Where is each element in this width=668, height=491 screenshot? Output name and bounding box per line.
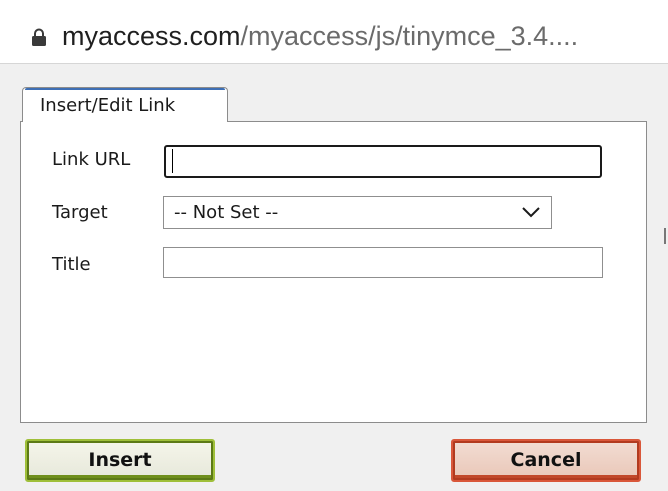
target-select[interactable]: -- Not Set -- (163, 196, 552, 229)
lock-icon (32, 28, 46, 46)
tab-label: Insert/Edit Link (40, 95, 176, 116)
window-edge-divider (664, 228, 666, 244)
target-label: Target (52, 202, 108, 223)
insert-button[interactable]: Insert (25, 439, 215, 482)
link-url-input[interactable] (164, 145, 602, 178)
chevron-down-icon (522, 207, 540, 218)
cancel-button[interactable]: Cancel (451, 439, 641, 482)
title-input[interactable] (163, 247, 603, 278)
title-label: Title (52, 254, 91, 275)
target-selected-value: -- Not Set -- (174, 202, 279, 223)
page-url: myaccess.com/myaccess/js/tinymce_3.4.... (62, 16, 578, 56)
browser-address-bar: myaccess.com/myaccess/js/tinymce_3.4.... (0, 0, 668, 64)
url-path: /myaccess/js/tinymce_3.4.... (240, 21, 579, 51)
url-host: myaccess.com (62, 21, 241, 51)
tab-insert-edit-link[interactable]: Insert/Edit Link (22, 87, 228, 122)
text-cursor (172, 149, 173, 173)
link-url-label: Link URL (52, 149, 131, 170)
